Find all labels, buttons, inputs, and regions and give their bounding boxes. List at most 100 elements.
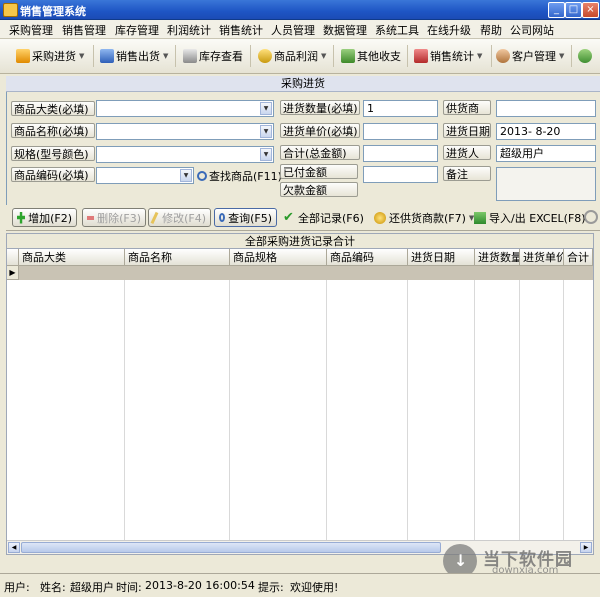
chevron-down-icon[interactable]: ▼ — [321, 52, 326, 60]
maximize-button[interactable]: □ — [565, 2, 582, 18]
price-label: 进货单价(必填) — [280, 123, 360, 138]
minus-icon — [87, 215, 95, 220]
toolbar-users-button[interactable] — [578, 45, 594, 67]
repay-supplier-button[interactable]: 还供货商款(F7) ▼ — [374, 208, 474, 227]
delete-button[interactable]: 删除(F3) — [82, 208, 146, 227]
date-picker[interactable]: 2013- 8-20 — [496, 123, 596, 140]
menu-website[interactable]: 公司网站 — [510, 22, 554, 38]
scroll-left-icon[interactable]: ◀ — [8, 542, 20, 553]
price-input[interactable] — [363, 123, 438, 140]
all-records-button[interactable]: ✔ 全部记录(F6) — [283, 208, 364, 227]
chevron-down-icon[interactable]: ▼ — [260, 102, 272, 115]
menu-sales[interactable]: 销售管理 — [62, 22, 106, 38]
grid-column — [125, 266, 230, 542]
column-header[interactable]: 商品名称 — [125, 249, 230, 266]
search-icon — [219, 213, 226, 222]
buyer-input[interactable]: 超级用户 — [496, 145, 596, 162]
note-textarea[interactable] — [496, 167, 596, 201]
checkmark-icon: ✔ — [283, 209, 294, 225]
window-title: 销售管理系统 — [20, 5, 86, 18]
column-header[interactable]: 合计 — [564, 249, 593, 266]
app-icon — [3, 3, 18, 17]
refresh-icon[interactable] — [584, 210, 598, 224]
close-button[interactable]: × — [582, 2, 599, 18]
column-header[interactable]: 进货数量 — [475, 249, 520, 266]
menu-upgrade[interactable]: 在线升级 — [427, 22, 471, 38]
query-button[interactable]: 查询(F5) — [214, 208, 277, 227]
category-label: 商品大类(必填) — [11, 101, 95, 116]
grid-corner — [7, 249, 19, 266]
paid-input[interactable] — [363, 166, 438, 183]
menu-help[interactable]: 帮助 — [480, 22, 502, 38]
chevron-down-icon[interactable]: ▼ — [180, 169, 192, 182]
selected-row[interactable] — [19, 266, 593, 280]
toolbar-separator — [333, 45, 334, 67]
scroll-right-icon[interactable]: ▶ — [580, 542, 592, 553]
toolbar-sales-label: 销售出货 — [116, 50, 160, 63]
name-combo[interactable]: ▼ — [96, 123, 274, 140]
date-label: 进货日期 — [443, 123, 491, 138]
toolbar-separator — [175, 45, 176, 67]
qty-input[interactable]: 1 — [363, 100, 438, 117]
status-bar: 用户: 姓名: 超级用户 时间: 2013-8-20 16:00:54 提示: … — [0, 573, 600, 597]
title-bar[interactable]: 销售管理系统 _ □ × — [0, 0, 600, 20]
code-combo[interactable]: ▼ — [96, 167, 194, 184]
spec-combo[interactable]: ▼ — [96, 146, 274, 163]
status-tip-value: 欢迎使用! — [290, 581, 339, 594]
toolbar-sales-button[interactable]: 销售出货 ▼ — [100, 45, 168, 67]
supplier-input[interactable] — [496, 100, 596, 117]
toolbar-sales-stats-label: 销售统计 — [430, 50, 474, 63]
status-time-value: 2013-8-20 16:00:54 — [145, 579, 255, 592]
menu-inventory[interactable]: 库存管理 — [115, 22, 159, 38]
chevron-down-icon[interactable]: ▼ — [79, 52, 84, 60]
toolbar-profit-button[interactable]: 商品利润 ▼ — [258, 45, 326, 67]
menu-tools[interactable]: 系统工具 — [375, 22, 419, 38]
spec-label: 规格(型号颜色) — [11, 146, 95, 161]
menu-profit[interactable]: 利润统计 — [167, 22, 211, 38]
grid-column — [520, 266, 564, 542]
chevron-down-icon[interactable]: ▼ — [559, 52, 564, 60]
chevron-down-icon[interactable]: ▼ — [477, 52, 482, 60]
menu-sales-stats[interactable]: 销售统计 — [219, 22, 263, 38]
edit-button[interactable]: 修改(F4) — [148, 208, 211, 227]
toolbar-inventory-button[interactable]: 库存查看 — [183, 45, 243, 67]
column-header[interactable]: 进货单价 — [520, 249, 564, 266]
pencil-icon — [150, 211, 159, 224]
panel-title: 采购进货 — [6, 76, 600, 92]
add-button[interactable]: 增加(F2) — [12, 208, 77, 227]
note-label: 备注 — [443, 166, 491, 181]
column-header[interactable]: 进货日期 — [408, 249, 475, 266]
customer-icon — [496, 49, 510, 63]
toolbar-separator — [93, 45, 94, 67]
purchase-records-grid[interactable]: 商品大类 商品名称 商品规格 商品编码 进货日期 进货数量 进货单价 合计 ▶ … — [6, 248, 594, 555]
toolbar-customer-button[interactable]: 客户管理 ▼ — [496, 45, 564, 67]
minimize-button[interactable]: _ — [548, 2, 565, 18]
toolbar-purchase-label: 采购进货 — [32, 50, 76, 63]
search-icon — [197, 171, 207, 181]
grid-column — [408, 266, 475, 542]
column-header[interactable]: 商品大类 — [19, 249, 125, 266]
toolbar-income-expense-button[interactable]: 其他收支 — [341, 45, 401, 67]
toolbar-inventory-label: 库存查看 — [199, 50, 243, 63]
total-input[interactable] — [363, 145, 438, 162]
column-header[interactable]: 商品编码 — [327, 249, 408, 266]
sales-icon — [100, 49, 114, 63]
chevron-down-icon[interactable]: ▼ — [260, 148, 272, 161]
menu-data[interactable]: 数据管理 — [323, 22, 367, 38]
paid-label: 已付金额 — [280, 164, 358, 179]
column-header[interactable]: 商品规格 — [230, 249, 327, 266]
import-export-excel-button[interactable]: 导入/出 EXCEL(F8) — [474, 208, 586, 227]
income-expense-icon — [341, 49, 355, 63]
menu-purchase[interactable]: 采购管理 — [9, 22, 53, 38]
find-goods-button[interactable]: 查找商品(F11) — [197, 168, 282, 184]
menu-staff[interactable]: 人员管理 — [271, 22, 315, 38]
toolbar-purchase-button[interactable]: 采购进货 ▼ — [16, 45, 84, 67]
money-bag-icon — [374, 211, 386, 224]
toolbar-sales-stats-button[interactable]: 销售统计 ▼ — [414, 45, 482, 67]
category-combo[interactable]: ▼ — [96, 100, 274, 117]
query-label: 查询(F5) — [228, 211, 272, 225]
owed-label: 欠款金额 — [280, 182, 358, 197]
chevron-down-icon[interactable]: ▼ — [260, 125, 272, 138]
chevron-down-icon[interactable]: ▼ — [163, 52, 168, 60]
scrollbar-thumb[interactable] — [21, 542, 441, 553]
